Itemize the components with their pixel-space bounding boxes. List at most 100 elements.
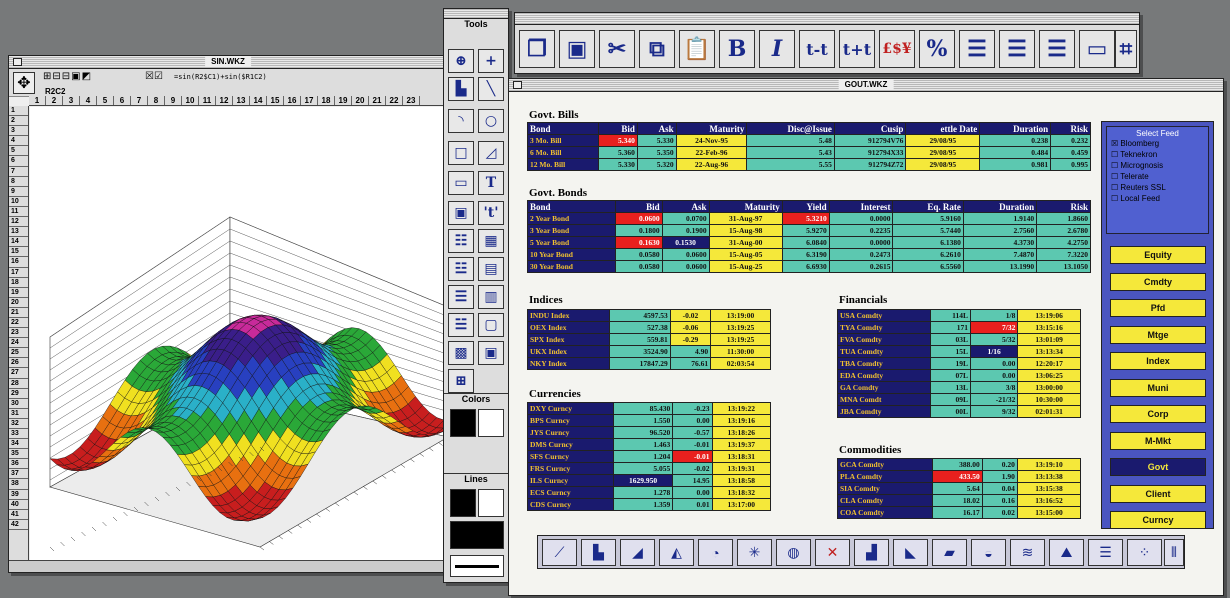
row-header[interactable]: 2 [9, 116, 28, 127]
table-row[interactable]: JBA Comdty 00L 9/32 02:01:31 [837, 405, 1081, 418]
checkbox-icon[interactable]: ☐ [1111, 194, 1120, 203]
spreadsheet-titlebar[interactable]: SIN.WKZ [9, 56, 447, 69]
row-header[interactable]: 25 [9, 348, 28, 359]
row-header[interactable]: 14 [9, 237, 28, 248]
row-header[interactable]: 12 [9, 217, 28, 228]
row-header[interactable]: 30 [9, 399, 28, 409]
column-header[interactable]: 2 [46, 96, 63, 105]
table-row[interactable]: TYA Comdty 171 7/32 13:15:16 [837, 321, 1081, 334]
background-color-swatch[interactable] [478, 409, 504, 437]
select-tool-icon[interactable]: ⊕ [448, 49, 474, 73]
column-header[interactable]: 10 [182, 96, 199, 105]
table-row[interactable]: CDS Curncy 1.359 0.01 13:17:00 [527, 498, 772, 511]
table-row[interactable]: TUA Comdty 15L 1/16 13:13:34 [837, 345, 1081, 358]
row-header[interactable]: 1 [9, 106, 28, 117]
feed-option[interactable]: ☐ Local Feed [1111, 193, 1204, 204]
table-row[interactable]: COA Comdty 16.17 0.02 13:15:00 [836, 506, 1082, 519]
column-header[interactable]: 21 [369, 96, 386, 105]
row-header[interactable]: 32 [9, 419, 28, 429]
column-header[interactable]: 17 [301, 96, 318, 105]
new-document-icon[interactable]: ❐ [519, 30, 555, 68]
row-header[interactable]: 24 [9, 338, 28, 349]
table-row[interactable]: ILS Curncy 1629.950 14.95 13:18:58 [527, 474, 772, 487]
line-chart-icon[interactable]: ⟋ [542, 539, 577, 566]
table-row[interactable]: EDA Comdty 07L 0.00 13:06:25 [837, 369, 1081, 382]
column-header[interactable]: 8 [148, 96, 165, 105]
horizontal-bar-icon[interactable]: ☰ [1088, 539, 1123, 566]
mountain-icon[interactable]: ⛰ [1049, 539, 1084, 566]
table-row[interactable]: 5 Year Bond 0.1630 0.1530 31-Aug-00 6.0840 0.… [527, 236, 1091, 249]
column-header[interactable]: 15 [267, 96, 284, 105]
table-row[interactable]: GA Comdty 13L 3/8 13:00:00 [837, 381, 1081, 394]
feed-button-corp[interactable]: Corp [1110, 405, 1206, 423]
sheet-icon-row[interactable]: ⊞⊟⊟▣◩ [43, 71, 92, 82]
table-row[interactable]: UKX Index 3524.90 4.90 11:30:00 [527, 345, 771, 358]
column-header[interactable]: 9 [165, 96, 182, 105]
table-row[interactable]: BPS Curncy 1.550 0.00 13:19:16 [527, 414, 772, 427]
copy-icon[interactable]: ▣ [559, 30, 595, 68]
checkbox-icon[interactable]: ☐ [1111, 161, 1120, 170]
spreadsheet-window[interactable]: SIN.WKZ ✥ ⊞⊟⊟▣◩ ☒☑ =sin(R2$C1)+sin($R1C2… [8, 55, 459, 573]
ribbon-3d-icon[interactable]: ▰ [932, 539, 967, 566]
column-header[interactable]: 13 [233, 96, 250, 105]
column-header[interactable]: 5 [97, 96, 114, 105]
table-row[interactable]: SFS Curncy 1.204 -0.01 13:18:31 [527, 450, 772, 463]
table-row[interactable]: DXY Curncy 85.430 -0.23 13:19:22 [527, 402, 772, 415]
row-header[interactable]: 4 [9, 136, 28, 147]
align-right-icon[interactable]: ☰ [1039, 30, 1075, 68]
oval-tool-icon[interactable]: ○ [478, 109, 504, 133]
checkbox-icon[interactable]: ☒ [1111, 139, 1120, 148]
tools-palette[interactable]: Tools ⊕ + ▙ ╲ ◝ ○ □ ◿ ▭ T ▣ 't' ☷ ▦ ☳ ▤ … [443, 8, 509, 583]
row-header[interactable]: 11 [9, 207, 28, 218]
table-row[interactable]: INDU Index 4597.53 -0.02 13:19:00 [527, 309, 771, 322]
row-header[interactable]: 19 [9, 288, 28, 298]
feed-option[interactable]: ☐ Micrognosis [1111, 160, 1204, 171]
row-header[interactable]: 17 [9, 268, 28, 278]
column-header[interactable]: 3 [63, 96, 80, 105]
line-width-selector[interactable] [450, 555, 504, 577]
checkbox-icon[interactable]: ☐ [1111, 183, 1120, 192]
field-tool-icon[interactable]: ▭ [448, 171, 474, 195]
checkbox-icon[interactable]: ☐ [1111, 172, 1120, 181]
border-icon[interactable]: ▭ [1079, 30, 1115, 68]
gridlines-icon[interactable]: ⌗ [1115, 30, 1137, 68]
table-row[interactable]: 2 Year Bond 0.0600 0.0700 31-Aug-97 5.3210 0.… [527, 212, 1091, 225]
close-box[interactable] [13, 58, 22, 66]
table-row[interactable]: OEX Index 527.38 -0.06 13:19:25 [527, 321, 771, 334]
align-left-icon[interactable]: ☰ [959, 30, 995, 68]
arc-tool-icon[interactable]: ◝ [448, 109, 474, 133]
paste-icon[interactable]: 📋 [679, 30, 715, 68]
cut-icon[interactable]: ✂ [599, 30, 635, 68]
window-tool-icon[interactable]: ▢ [478, 313, 504, 337]
table-row[interactable]: GCA Comdty 388.00 0.20 13:19:10 [836, 458, 1082, 471]
row-header[interactable]: 36 [9, 459, 28, 470]
bar-chart-tool-icon[interactable]: ▙ [448, 77, 474, 101]
picture-tool-icon[interactable]: ▩ [448, 341, 474, 365]
row-header[interactable]: 29 [9, 389, 28, 399]
table-row[interactable]: 3 Year Bond 0.1800 0.1900 15-Aug-98 5.9270 0.… [527, 224, 1091, 237]
row-header[interactable]: 5 [9, 146, 28, 157]
row-header[interactable]: 39 [9, 490, 28, 500]
rectangle-tool-icon[interactable]: □ [448, 141, 474, 165]
feed-button-equity[interactable]: Equity [1110, 246, 1206, 264]
table-row[interactable]: 30 Year Bond 0.0580 0.0600 15-Aug-25 6.6930 0… [527, 260, 1091, 273]
table-row[interactable]: DMS Curncy 1.463 -0.01 13:19:37 [527, 438, 772, 451]
line-color-swatch[interactable] [450, 489, 476, 517]
donut-chart-icon[interactable]: ◍ [776, 539, 811, 566]
add-tool-icon[interactable]: + [478, 49, 504, 73]
row-header[interactable]: 41 [9, 510, 28, 520]
column-header[interactable]: 6 [114, 96, 131, 105]
table-row[interactable]: 3 Mo. Bill 5.340 5.330 24-Nov-95 5.48 912794V… [526, 134, 1091, 147]
column-header[interactable]: 14 [250, 96, 267, 105]
table-row[interactable]: 10 Year Bond 0.0580 0.0600 15-Aug-05 6.3190 0… [527, 248, 1091, 261]
columns-tool-icon[interactable]: ☱ [448, 313, 474, 337]
scroll-tool-icon[interactable]: ▤ [478, 257, 504, 281]
table-row[interactable]: JYS Curncy 96.520 -0.57 13:18:26 [527, 426, 772, 439]
area-3d-icon[interactable]: ◣ [893, 539, 928, 566]
row-header[interactable]: 38 [9, 479, 28, 490]
tools-titlebar[interactable] [444, 9, 508, 19]
column-header[interactable]: 11 [199, 96, 216, 105]
feed-button-pfd[interactable]: Pfd [1110, 299, 1206, 317]
font-size-up-icon[interactable]: t-t [799, 30, 835, 68]
feed-option[interactable]: ☐ Teknekron [1111, 149, 1204, 160]
